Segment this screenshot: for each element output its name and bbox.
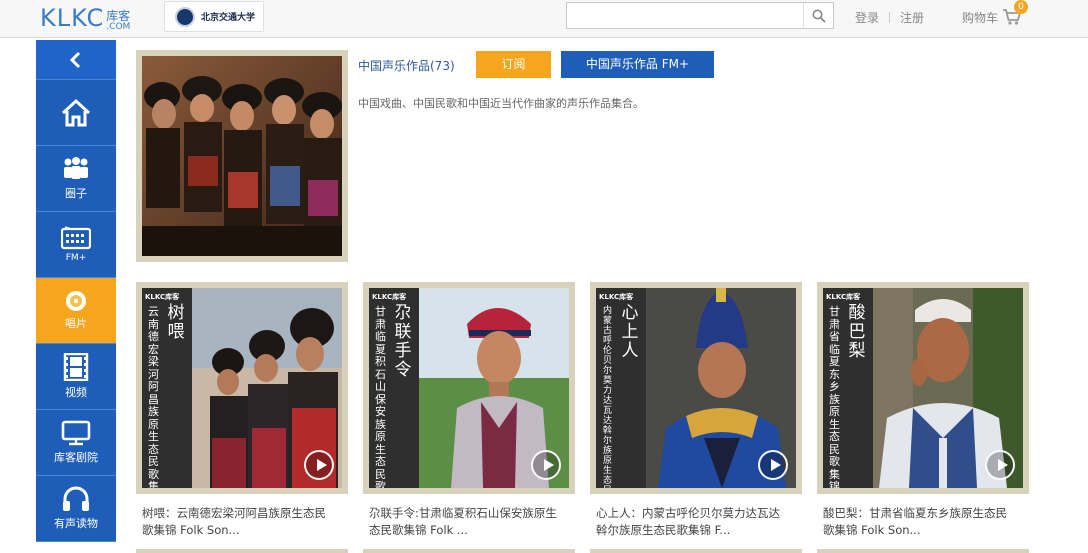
- cart-link[interactable]: 购物车 0: [962, 0, 1029, 26]
- site-logo[interactable]: KLKC 库客 .COM: [40, 2, 130, 32]
- album-cover-photo: [142, 56, 342, 256]
- sidebar-item-label: 视频: [65, 386, 87, 399]
- caption-line: 心上人：内蒙古呼伦贝尔莫力达瓦达: [596, 506, 780, 520]
- sidebar-item-label: 有声读物: [54, 517, 98, 530]
- search-button[interactable]: [803, 3, 833, 28]
- film-icon: [63, 353, 89, 381]
- card-title: 酸巴梨: [848, 303, 866, 361]
- album-card-next-row[interactable]: [590, 549, 802, 553]
- sidebar-nav: 圈子 FM+ 唱片 视频 库客剧院 有声读物: [36, 40, 116, 553]
- play-icon[interactable]: [304, 450, 334, 480]
- sidebar-item-label: 库客剧院: [54, 451, 98, 464]
- logo-com: .COM: [106, 22, 131, 32]
- disc-icon: [66, 291, 86, 311]
- card-subtitle: 甘肃临夏积石山保安族原生态民歌集锦: [375, 305, 386, 488]
- logo-cn: 库客: [106, 9, 131, 23]
- cart-label: 购物车: [962, 10, 999, 25]
- album-cover[interactable]: [136, 50, 348, 262]
- card-title-strip: KLKC库客 心上人 内蒙古呼伦贝尔莫力达瓦达斡尔族原生态民歌集锦: [596, 288, 646, 488]
- card-title-strip: KLKC库客 尕联手令 甘肃临夏积石山保安族原生态民歌集锦: [369, 288, 419, 488]
- sidebar-item-circle[interactable]: 圈子: [36, 146, 116, 212]
- account-links: 登录 注册: [855, 9, 924, 26]
- chevron-left-icon: [69, 51, 81, 68]
- caption-line: 尕联手令:甘肃临夏积石山保安族原生: [369, 506, 557, 520]
- top-bar: KLKC 库客 .COM 北京交通大学 登录 注册 购物车 0: [0, 0, 1088, 38]
- register-link[interactable]: 注册: [900, 9, 924, 26]
- logo-suffix: 库客 .COM: [106, 9, 130, 32]
- card-title-strip: KLKC库客 酸巴梨 甘肃省临夏东乡族原生态民歌集锦: [823, 288, 873, 488]
- back-button[interactable]: [36, 40, 116, 80]
- album-card-cover: KLKC库客 酸巴梨 甘肃省临夏东乡族原生态民歌集锦: [823, 288, 1023, 488]
- card-title: 心上人: [621, 303, 639, 361]
- card-subtitle: 云南德宏梁河阿昌族原生态民歌集锦: [148, 305, 159, 488]
- album-card-cover: KLKC库客 树喂 云南德宏梁河阿昌族原生态民歌集锦: [142, 288, 342, 488]
- tv-icon: [61, 420, 91, 446]
- card-subtitle: 甘肃省临夏东乡族原生态民歌集锦: [829, 305, 840, 488]
- partner-logo[interactable]: 北京交通大学: [164, 1, 264, 32]
- album-card-caption[interactable]: 酸巴梨：甘肃省临夏东乡族原生态民 歌集锦 Folk Son...: [823, 505, 1035, 539]
- album-card-caption[interactable]: 心上人：内蒙古呼伦贝尔莫力达瓦达 斡尔族原生态民歌集锦 F...: [596, 505, 808, 539]
- play-icon[interactable]: [531, 450, 561, 480]
- caption-line: 态民歌集锦 Folk ...: [369, 523, 468, 537]
- album-card-cover: KLKC库客 尕联手令 甘肃临夏积石山保安族原生态民歌集锦: [369, 288, 569, 488]
- people-icon: [64, 157, 88, 179]
- search-icon: [812, 9, 826, 23]
- card-brand: KLKC库客: [599, 293, 634, 301]
- album-card[interactable]: KLKC库客 尕联手令 甘肃临夏积石山保安族原生态民歌集锦: [363, 282, 575, 494]
- fm-radio-icon: [61, 226, 91, 250]
- home-icon: [61, 98, 91, 126]
- sidebar-item-label: 圈子: [65, 187, 87, 200]
- album-card[interactable]: KLKC库客 酸巴梨 甘肃省临夏东乡族原生态民歌集锦: [817, 282, 1029, 494]
- card-title-strip: KLKC库客 树喂 云南德宏梁河阿昌族原生态民歌集锦: [142, 288, 192, 488]
- login-link[interactable]: 登录: [855, 9, 879, 26]
- album-title[interactable]: 中国声乐作品(73): [358, 57, 455, 74]
- divider: [889, 12, 891, 23]
- caption-line: 斡尔族原生态民歌集锦 F...: [596, 523, 731, 537]
- album-card[interactable]: KLKC库客 树喂 云南德宏梁河阿昌族原生态民歌集锦: [136, 282, 348, 494]
- sidebar-item-home[interactable]: [36, 80, 116, 146]
- subscribe-button[interactable]: 订阅: [476, 51, 551, 78]
- play-icon[interactable]: [985, 450, 1015, 480]
- card-subtitle: 内蒙古呼伦贝尔莫力达瓦达斡尔族原生态民歌集锦: [602, 306, 612, 488]
- album-description: 中国戏曲、中国民歌和中国近当代作曲家的声乐作品集合。: [358, 97, 644, 110]
- play-icon[interactable]: [758, 450, 788, 480]
- album-card-caption[interactable]: 树喂：云南德宏梁河阿昌族原生态民 歌集锦 Folk Son...: [142, 505, 354, 539]
- cart-icon: 0: [1002, 0, 1029, 26]
- sidebar-item-theater[interactable]: 库客剧院: [36, 410, 116, 476]
- sidebar-item-label: 唱片: [65, 317, 87, 330]
- sidebar-item-video[interactable]: 视频: [36, 344, 116, 410]
- sidebar-item-label: FM+: [65, 253, 87, 263]
- logo-text: KLKC: [40, 4, 105, 32]
- cart-count-badge: 0: [1014, 0, 1029, 14]
- sidebar-item-fm[interactable]: FM+: [36, 212, 116, 278]
- album-card[interactable]: KLKC库客 心上人 内蒙古呼伦贝尔莫力达瓦达斡尔族原生态民歌集锦: [590, 282, 802, 494]
- sidebar-item-audiobooks[interactable]: 有声读物: [36, 476, 116, 542]
- caption-line: 树喂：云南德宏梁河阿昌族原生态民: [142, 506, 326, 520]
- sidebar-item-records[interactable]: 唱片: [36, 278, 116, 344]
- card-brand: KLKC库客: [145, 293, 180, 301]
- fm-plus-button[interactable]: 中国声乐作品 FM+: [561, 51, 714, 78]
- partner-name: 北京交通大学: [201, 13, 256, 23]
- search-box: [566, 2, 834, 29]
- caption-line: 歌集锦 Folk Son...: [823, 523, 921, 537]
- caption-line: 歌集锦 Folk Son...: [142, 523, 240, 537]
- caption-line: 酸巴梨：甘肃省临夏东乡族原生态民: [823, 506, 1007, 520]
- card-title: 尕联手令: [394, 303, 412, 380]
- university-emblem-icon: [175, 6, 195, 27]
- card-title: 树喂: [167, 303, 185, 342]
- album-card-next-row[interactable]: [136, 549, 348, 553]
- card-brand: KLKC库客: [372, 293, 407, 301]
- headphones-icon: [63, 486, 89, 511]
- card-brand: KLKC库客: [826, 293, 861, 301]
- album-card-next-row[interactable]: [817, 549, 1029, 553]
- album-card-caption[interactable]: 尕联手令:甘肃临夏积石山保安族原生 态民歌集锦 Folk ...: [369, 505, 581, 539]
- search-input[interactable]: [567, 3, 804, 28]
- album-card-cover: KLKC库客 心上人 内蒙古呼伦贝尔莫力达瓦达斡尔族原生态民歌集锦: [596, 288, 796, 488]
- album-card-next-row[interactable]: [363, 549, 575, 553]
